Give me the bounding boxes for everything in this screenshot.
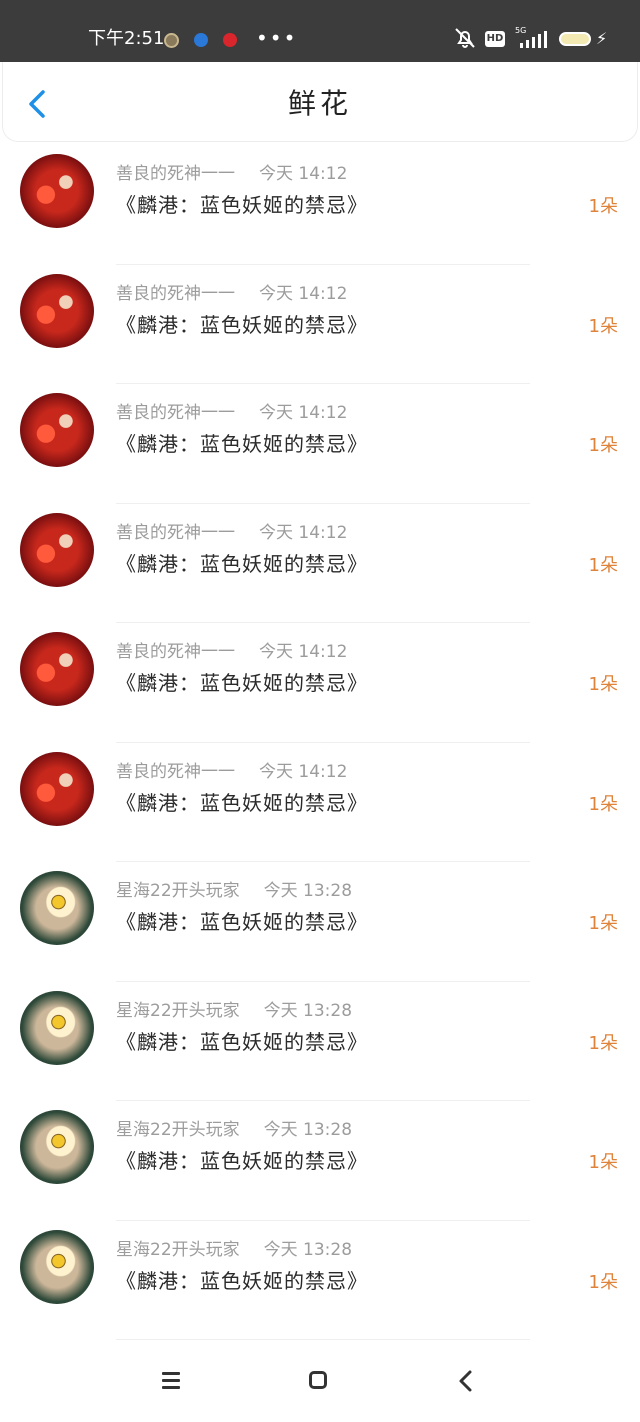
avatar[interactable] <box>20 273 94 348</box>
flower-count: 1朵 <box>588 554 618 576</box>
list-item[interactable]: 星海22开头玩家 今天 13:28 《麟港：蓝色妖姬的禁忌》 1朵 <box>0 1221 640 1340</box>
user-name: 星海22开头玩家 <box>116 1000 240 1021</box>
user-name: 善良的死神一一 <box>116 403 235 423</box>
page-title: 鲜花 <box>287 87 352 120</box>
book-title: 《麟港：蓝色妖姬的禁忌》 <box>116 671 368 695</box>
avatar[interactable] <box>20 632 94 706</box>
timestamp: 今天 13:28 <box>263 1239 353 1260</box>
avatar[interactable] <box>20 871 94 945</box>
avatar[interactable] <box>20 512 94 587</box>
avatar[interactable] <box>20 393 94 467</box>
hd-icon: HD <box>485 31 505 47</box>
book-title: 《麟港：蓝色妖姬的禁忌》 <box>116 910 368 934</box>
flower-count: 1朵 <box>588 196 618 217</box>
book-title: 《麟港：蓝色妖姬的禁忌》 <box>116 432 368 456</box>
list-item[interactable]: 善良的死神一一 今天 14:12 《麟港：蓝色妖姬的禁忌》 1朵 <box>0 743 640 862</box>
timestamp: 今天 13:28 <box>263 1120 353 1140</box>
list-item[interactable]: 星海22开头玩家 今天 13:28 《麟港：蓝色妖姬的禁忌》 1朵 <box>0 1101 640 1221</box>
app-notification-icon <box>164 33 179 48</box>
user-name: 善良的死神一一 <box>116 164 235 184</box>
book-title: 《麟港：蓝色妖姬的禁忌》 <box>116 551 368 576</box>
flower-count: 1朵 <box>588 315 618 337</box>
avatar[interactable] <box>20 751 94 826</box>
status-time: 下午2:51 <box>88 28 165 49</box>
mute-icon <box>452 26 478 56</box>
list-item[interactable]: 星海22开头玩家 今天 13:28 《麟港：蓝色妖姬的禁忌》 1朵 <box>0 982 640 1101</box>
user-name: 星海22开头玩家 <box>116 1239 240 1260</box>
timestamp: 今天 14:12 <box>259 522 348 543</box>
flower-count: 1朵 <box>588 913 618 934</box>
book-title: 《麟港：蓝色妖姬的禁忌》 <box>116 790 368 815</box>
flower-count: 1朵 <box>588 1032 618 1054</box>
timestamp: 今天 14:12 <box>259 403 348 423</box>
book-title: 《麟港：蓝色妖姬的禁忌》 <box>116 1149 368 1173</box>
timestamp: 今天 14:12 <box>259 164 348 184</box>
battery-icon <box>559 32 591 46</box>
app-notification-icon <box>194 33 208 47</box>
flower-count: 1朵 <box>588 674 618 695</box>
home-icon[interactable] <box>309 1371 327 1389</box>
user-name: 星海22开头玩家 <box>116 1120 240 1140</box>
flower-count: 1朵 <box>588 793 618 815</box>
book-title: 《麟港：蓝色妖姬的禁忌》 <box>116 193 368 217</box>
list-item[interactable]: 善良的死神一一 今天 14:12 《麟港：蓝色妖姬的禁忌》 1朵 <box>0 504 640 623</box>
app-header: 鲜花 <box>2 62 638 142</box>
user-name: 善良的死神一一 <box>116 642 235 662</box>
charging-icon: ⚡ <box>596 29 608 48</box>
avatar[interactable] <box>20 1110 94 1184</box>
user-name: 星海22开头玩家 <box>116 881 240 901</box>
list-item[interactable]: 善良的死神一一 今天 14:12 《麟港：蓝色妖姬的禁忌》 1朵 <box>0 265 640 384</box>
book-title: 《麟港：蓝色妖姬的禁忌》 <box>116 312 368 337</box>
avatar[interactable] <box>20 154 94 228</box>
signal-icon <box>520 30 552 48</box>
flower-count: 1朵 <box>588 1271 618 1293</box>
flower-record-list: 善良的死神一一 今天 14:12 《麟港：蓝色妖姬的禁忌》 1朵 善良的死神一一今… <box>0 145 640 1340</box>
user-name: 善良的死神一一 <box>116 522 235 543</box>
user-name: 善良的死神一一 <box>116 761 235 782</box>
timestamp: 今天 13:28 <box>263 881 353 901</box>
flower-count: 1朵 <box>588 1152 618 1173</box>
timestamp: 今天 14:12 <box>259 283 348 304</box>
status-bar: 下午2:51 ••• HD 5G ⚡ <box>0 0 640 62</box>
system-nav-bar <box>0 1340 640 1422</box>
list-item[interactable]: 善良的死神一一 今天 14:12 《麟港：蓝色妖姬的禁忌》 1朵 <box>0 384 640 504</box>
back-icon[interactable] <box>456 1368 476 1394</box>
list-item[interactable]: 善良的死神一一 今天 14:12 《麟港：蓝色妖姬的禁忌》 1朵 <box>0 145 640 265</box>
app-notification-icon <box>223 33 237 47</box>
list-item[interactable]: 善良的死神一一 今天 14:12 《麟港：蓝色妖姬的禁忌》 1朵 <box>0 623 640 743</box>
book-title: 《麟港：蓝色妖姬的禁忌》 <box>116 1029 368 1054</box>
list-item[interactable]: 星海22开头玩家 今天 13:28 《麟港：蓝色妖姬的禁忌》 1朵 <box>0 862 640 982</box>
user-name: 善良的死神一一 <box>116 283 235 304</box>
book-title: 《麟港：蓝色妖姬的禁忌》 <box>116 1268 368 1293</box>
menu-icon[interactable] <box>160 1370 184 1392</box>
flower-count: 1朵 <box>588 435 618 456</box>
more-notifications-icon: ••• <box>256 26 298 50</box>
timestamp: 今天 13:28 <box>263 1000 353 1021</box>
avatar[interactable] <box>20 990 94 1065</box>
avatar[interactable] <box>20 1229 94 1304</box>
timestamp: 今天 14:12 <box>259 642 348 662</box>
timestamp: 今天 14:12 <box>259 761 348 782</box>
